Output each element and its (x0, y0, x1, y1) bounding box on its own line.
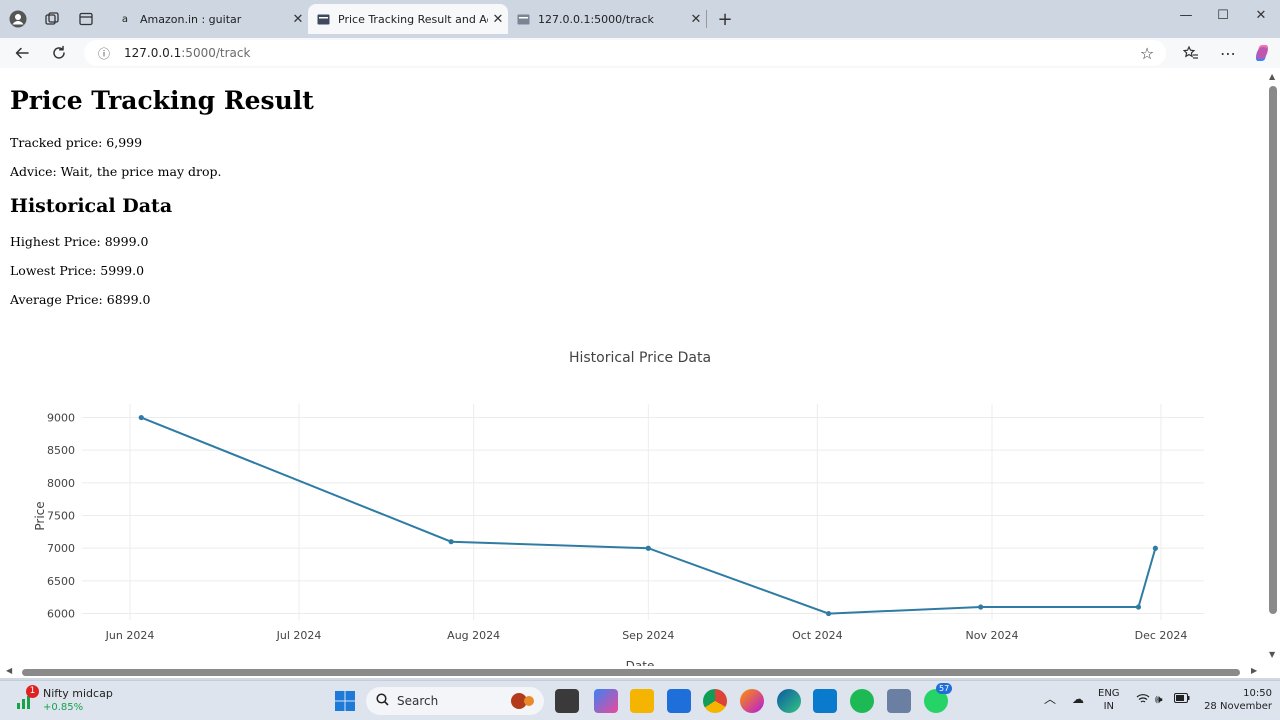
show-hidden-icons-icon[interactable]: ︿ (1044, 693, 1056, 706)
tab-title: 127.0.0.1:5000/track (538, 12, 654, 26)
clock-date: 28 November (1204, 701, 1272, 712)
vertical-tabs-icon[interactable] (76, 9, 96, 29)
wifi-icon[interactable] (1136, 693, 1150, 707)
price-chart[interactable]: Historical Price Data 6000 6500 7000 7500 80… (0, 68, 1264, 668)
new-tab-button[interactable]: + (715, 9, 735, 30)
close-tab-icon[interactable]: ✕ (686, 12, 706, 27)
widget-badge: 1 (26, 685, 39, 698)
x-tick-label: Oct 2024 (792, 629, 843, 642)
language-indicator[interactable]: ENG IN (1098, 687, 1120, 713)
price-point (448, 539, 454, 545)
scroll-down-icon[interactable]: ▼ (1269, 650, 1275, 659)
minimize-button[interactable]: — (1166, 8, 1206, 23)
browser-tab-bar: a Amazon.in : guitar ✕ Price Tracking Re… (0, 0, 1280, 38)
y-tick-label: 8000 (47, 477, 75, 490)
tab-amazon[interactable]: a Amazon.in : guitar ✕ (110, 4, 308, 34)
x-tick-label: Jun 2024 (105, 629, 155, 642)
horizontal-scroll-thumb[interactable] (22, 669, 1240, 676)
y-axis-label: Price (33, 501, 47, 530)
x-tick-label: Dec 2024 (1135, 629, 1188, 642)
firefox-icon[interactable] (740, 689, 764, 713)
clock-time: 10:50 (1243, 688, 1272, 699)
snipping-tool-icon[interactable] (887, 689, 911, 713)
tab-title: Price Tracking Result and Advice P (338, 12, 488, 26)
scroll-right-icon[interactable]: ▶ (1251, 666, 1257, 675)
terminal-icon[interactable] (555, 689, 579, 713)
price-point (978, 604, 984, 610)
favorites-icon[interactable] (1179, 41, 1203, 65)
horizontal-scrollbar[interactable]: ◀ ▶ (0, 666, 1266, 678)
url-host: 127.0.0.1 (124, 46, 182, 60)
workspaces-icon[interactable] (42, 9, 62, 29)
url-path: :5000/track (181, 46, 251, 60)
taskbar-search[interactable]: Search (366, 687, 544, 715)
battery-icon[interactable] (1174, 693, 1190, 706)
spotify-icon[interactable] (850, 689, 874, 713)
page-viewport: Price Tracking Result Tracked price: 6,9… (0, 68, 1280, 678)
price-point (645, 545, 651, 551)
x-tick-label: Nov 2024 (965, 629, 1018, 642)
volume-icon[interactable]: 🕪 (1155, 693, 1163, 706)
page-favicon-icon (316, 12, 330, 26)
site-info-icon[interactable]: ⓘ (84, 45, 124, 62)
price-point (138, 414, 144, 421)
search-icon (376, 692, 389, 710)
profile-icon[interactable] (8, 9, 28, 29)
x-tick-label: Sep 2024 (622, 629, 674, 642)
address-bar-row: ⓘ 127.0.0.1:5000/track ☆ ⋯ (0, 38, 1280, 68)
tab-divider (706, 10, 707, 28)
x-tick-label: Jul 2024 (276, 629, 322, 642)
y-tick-label: 6000 (47, 608, 75, 621)
favorite-star-icon[interactable]: ☆ (1135, 41, 1159, 65)
chart-title: Historical Price Data (569, 350, 711, 366)
search-label: Search (397, 694, 439, 708)
language-top: ENG (1098, 688, 1120, 699)
stock-widget-icon[interactable]: 1 (14, 685, 40, 713)
y-tick-label: 8500 (47, 444, 75, 457)
price-point (1135, 604, 1142, 610)
vertical-scroll-thumb[interactable] (1269, 86, 1277, 614)
close-tab-icon[interactable]: ✕ (288, 12, 308, 27)
widget-title[interactable]: Nifty midcap (43, 687, 113, 700)
y-tick-label: 7500 (47, 510, 75, 523)
vertical-scrollbar[interactable]: ▲ ▼ (1266, 68, 1280, 666)
clock[interactable]: 10:50 28 November (1198, 687, 1272, 713)
scroll-left-icon[interactable]: ◀ (6, 666, 12, 675)
maximize-button[interactable]: ☐ (1203, 8, 1243, 23)
whatsapp-icon[interactable]: 57 (924, 683, 953, 713)
tab-title: Amazon.in : guitar (140, 12, 242, 26)
copilot-icon[interactable] (1250, 41, 1274, 65)
vscode-icon[interactable] (813, 689, 837, 713)
scroll-up-icon[interactable]: ▲ (1269, 72, 1275, 81)
store-icon[interactable] (667, 689, 691, 713)
x-tick-label: Aug 2024 (447, 629, 500, 642)
more-options-icon[interactable]: ⋯ (1216, 41, 1240, 65)
edge-icon[interactable] (777, 689, 801, 713)
search-highlight-icon (510, 692, 538, 710)
y-tick-label: 6500 (47, 575, 75, 588)
close-window-button[interactable]: ✕ (1241, 8, 1280, 23)
amazon-favicon-icon: a (121, 13, 129, 25)
start-windows-icon[interactable] (333, 689, 357, 713)
onedrive-icon[interactable]: ☁ (1072, 693, 1084, 706)
page-favicon-icon (516, 12, 530, 26)
chrome-icon[interactable] (703, 689, 727, 713)
y-tick-label: 7000 (47, 542, 75, 555)
language-bottom: IN (1103, 701, 1114, 712)
url-field[interactable]: ⓘ 127.0.0.1:5000/track (84, 40, 1166, 66)
file-explorer-icon[interactable] (630, 689, 654, 713)
widget-value: +0.85% (43, 702, 84, 713)
y-tick-label: 9000 (47, 412, 75, 425)
close-tab-icon[interactable]: ✕ (488, 12, 508, 27)
windows-taskbar: 1 Nifty midcap +0.85% Search 57 ︿ ☁ ENG … (0, 680, 1280, 720)
price-point (1152, 545, 1158, 551)
tab-track[interactable]: 127.0.0.1:5000/track ✕ (508, 4, 706, 34)
refresh-icon[interactable] (47, 41, 71, 65)
whatsapp-badge: 57 (936, 683, 953, 694)
tab-price-tracking[interactable]: Price Tracking Result and Advice P ✕ (308, 4, 508, 34)
price-point (826, 610, 832, 617)
copilot-app-icon[interactable] (594, 689, 618, 713)
back-icon[interactable] (10, 41, 34, 65)
